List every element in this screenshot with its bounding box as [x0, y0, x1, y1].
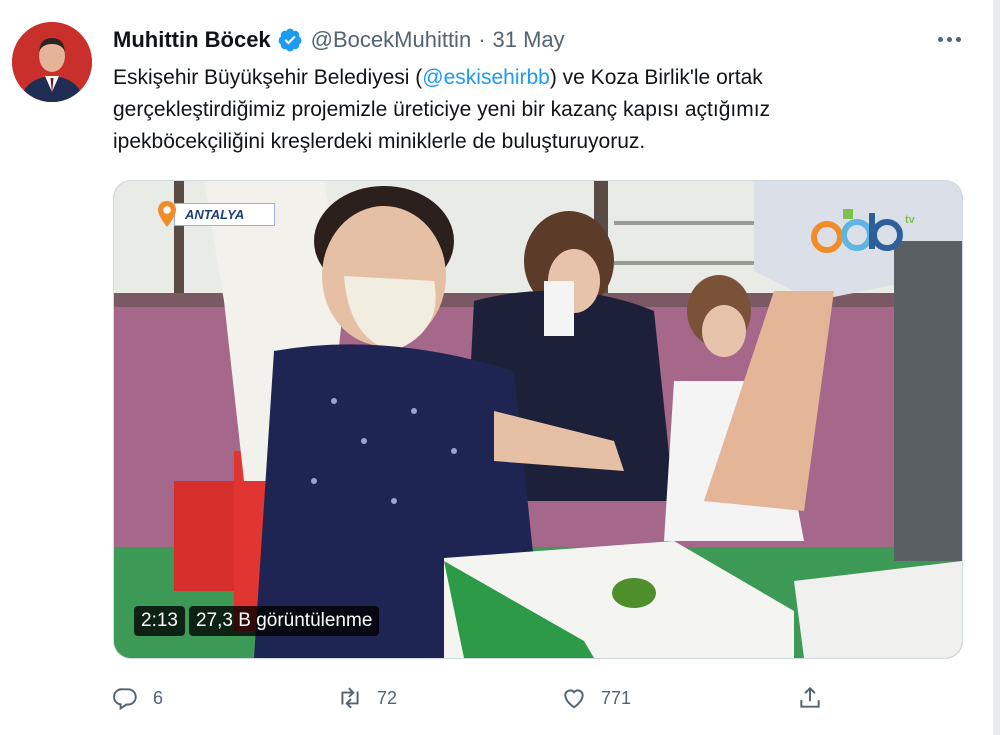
reply-count: 6: [153, 687, 164, 708]
channel-logo-text: tv: [905, 214, 916, 226]
retweet-icon: [341, 687, 359, 709]
reply-icon: [113, 688, 137, 711]
location-tag: ANTALYA: [156, 201, 276, 227]
like-icon: [564, 689, 584, 709]
avatar[interactable]: [12, 22, 92, 102]
share-icon: [800, 686, 820, 708]
reply-button[interactable]: 6: [113, 680, 163, 716]
verified-badge-icon: [278, 28, 302, 52]
like-count: 771: [601, 687, 632, 708]
video-player[interactable]: ANTALYA tv 2:13 27,3 B görüntülenme: [113, 180, 963, 659]
scroll-gutter: [993, 0, 1000, 735]
video-views: 27,3 B görüntülenme: [188, 606, 380, 636]
channel-logo-icon: tv: [811, 209, 916, 253]
tweet-date[interactable]: 31 May: [493, 27, 565, 53]
location-label: ANTALYA: [174, 202, 276, 226]
location-pin-icon: [158, 201, 176, 227]
author-name[interactable]: Muhittin Böcek: [113, 27, 271, 53]
tweet-actions: 6 72 771: [113, 680, 833, 716]
like-button[interactable]: 771: [561, 680, 631, 716]
separator-dot: ·: [478, 27, 486, 52]
more-icon[interactable]: [930, 22, 968, 56]
tweet-text-line-3: ipekböcekçiliğini kreşlerdeki miniklerle…: [113, 130, 646, 153]
retweet-button[interactable]: 72: [337, 680, 397, 716]
tweet-text-line-1: Eskişehir Büyükşehir Belediyesi (@eskise…: [113, 62, 973, 94]
tweet-text: Eskişehir Büyükşehir Belediyesi (@eskise…: [113, 62, 973, 158]
video-duration: 2:13: [134, 606, 185, 636]
share-button[interactable]: [797, 680, 837, 716]
tweet-header: Muhittin Böcek @BocekMuhittin · 31 May: [113, 25, 565, 55]
text-segment: ) ve Koza Birlik'le ortak: [549, 66, 763, 89]
video-meta: 2:13 27,3 B görüntülenme: [134, 606, 380, 636]
retweet-count: 72: [377, 687, 398, 708]
author-handle[interactable]: @BocekMuhittin: [311, 27, 472, 53]
tweet-text-line-2: gerçekleştirdiğimiz projemizle üreticiye…: [113, 98, 771, 121]
mention-link[interactable]: @eskisehirbb: [422, 66, 550, 89]
text-segment: Eskişehir Büyükşehir Belediyesi (: [113, 66, 423, 89]
